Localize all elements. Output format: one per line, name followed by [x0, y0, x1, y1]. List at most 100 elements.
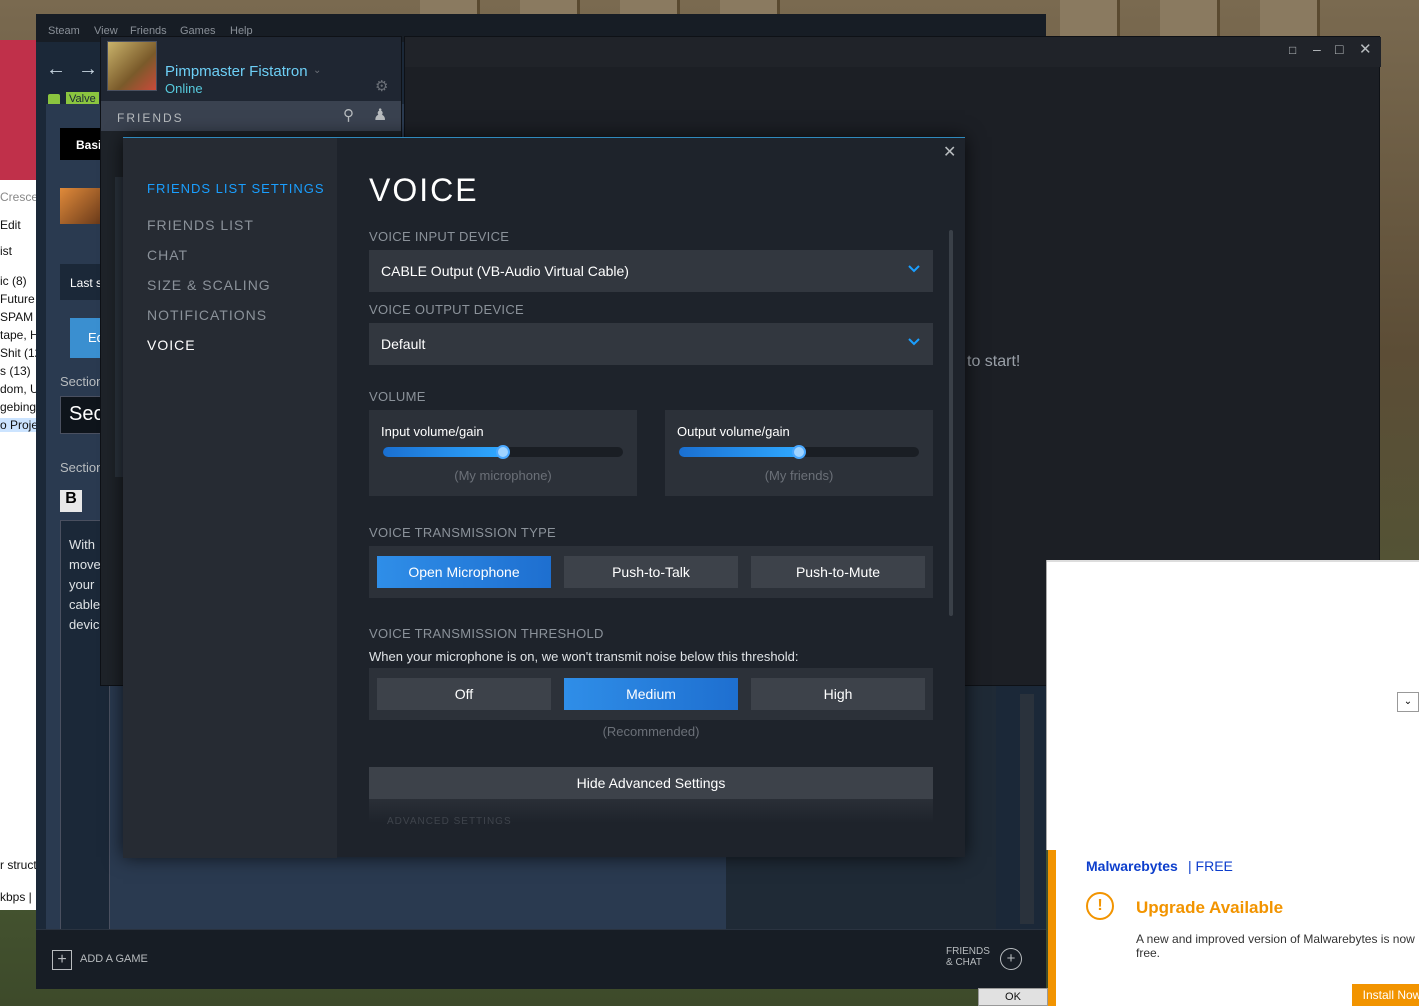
divider: [1047, 560, 1419, 562]
voice-input-device-value: CABLE Output (VB-Audio Virtual Cable): [381, 263, 629, 279]
chevron-down-icon[interactable]: ⌄: [1397, 692, 1419, 712]
chat-window-titlebar: □ – □ ✕: [405, 37, 1381, 67]
voice-input-device-select[interactable]: CABLE Output (VB-Audio Virtual Cable): [369, 250, 933, 292]
threshold-medium-button[interactable]: Medium: [564, 678, 738, 710]
chevron-down-icon: [908, 338, 920, 346]
friends-bar: FRIENDS ⚲ ♟: [101, 101, 401, 131]
username[interactable]: Pimpmaster Fistatron: [165, 63, 308, 80]
steam-bottom-bar: + ADD A GAME FRIENDS & CHAT +: [36, 929, 1046, 989]
maximize-icon[interactable]: □: [1335, 41, 1343, 57]
input-volume-fill: [383, 447, 503, 457]
input-volume-handle[interactable]: [496, 445, 510, 459]
malwarebytes-notification: Malwarebytes | FREE ! Upgrade Available …: [1048, 850, 1419, 1006]
add-game-icon[interactable]: +: [52, 950, 72, 970]
install-now-button[interactable]: Install Now: [1352, 984, 1419, 1006]
list-item[interactable]: tape, H: [0, 328, 39, 342]
malwarebytes-logo: Malwarebytes: [1086, 858, 1178, 874]
fence-board: [1160, 0, 1220, 40]
nav-chat[interactable]: CHAT: [147, 247, 188, 263]
friends-header: Pimpmaster Fistatron ⌄ Online ⚙: [101, 37, 401, 101]
text-line: your: [69, 577, 95, 592]
nav-notifications[interactable]: NOTIFICATIONS: [147, 307, 267, 323]
threshold-off-button[interactable]: Off: [377, 678, 551, 710]
threshold-high-button[interactable]: High: [751, 678, 925, 710]
text-line: cable: [69, 597, 101, 612]
hide-advanced-button[interactable]: Hide Advanced Settings: [369, 767, 933, 799]
minimize-icon[interactable]: –: [1313, 41, 1321, 57]
threshold-group: Off Medium High: [369, 668, 933, 720]
avatar[interactable]: [107, 41, 157, 91]
output-volume-sub: (My friends): [764, 468, 834, 483]
volume-label: VOLUME: [369, 389, 426, 404]
threshold-label: VOICE TRANSMISSION THRESHOLD: [369, 626, 604, 641]
menu-steam[interactable]: Steam: [48, 25, 80, 37]
push-to-talk-button[interactable]: Push-to-Talk: [564, 556, 738, 588]
output-volume-fill: [679, 447, 799, 457]
voice-output-device-value: Default: [381, 336, 426, 352]
open-microphone-button[interactable]: Open Microphone: [377, 556, 551, 588]
app-title-partial: Cresce: [0, 190, 39, 204]
friends-settings-dialog: FRIENDS LIST SETTINGS FRIENDS LIST CHAT …: [123, 137, 965, 858]
status-bitrate: kbps |: [0, 890, 32, 904]
list-item[interactable]: SPAM: [0, 310, 33, 324]
nav-friends-list[interactable]: FRIENDS LIST: [147, 217, 254, 233]
menu-edit[interactable]: Edit: [0, 218, 21, 232]
nav-friends-list-settings[interactable]: FRIENDS LIST SETTINGS: [147, 181, 325, 196]
text-line: With: [69, 537, 95, 552]
push-to-mute-button[interactable]: Push-to-Mute: [751, 556, 925, 588]
add-game-button[interactable]: ADD A GAME: [80, 953, 148, 965]
list-item[interactable]: ic (8): [0, 274, 27, 288]
voice-input-device-label: VOICE INPUT DEVICE: [369, 229, 510, 244]
friends-chat-button[interactable]: FRIENDS & CHAT: [946, 946, 990, 968]
transmission-type-group: Open Microphone Push-to-Talk Push-to-Mut…: [369, 546, 933, 598]
list-item-selected[interactable]: o Proje: [0, 418, 39, 432]
transmission-type-label: VOICE TRANSMISSION TYPE: [369, 525, 557, 540]
list-item[interactable]: Future: [0, 292, 35, 306]
close-icon[interactable]: ✕: [943, 142, 956, 162]
friends-chat-icon[interactable]: +: [1000, 948, 1022, 970]
tab-list[interactable]: ist: [0, 244, 12, 258]
restore-icon[interactable]: □: [1289, 43, 1296, 57]
recommended-note: (Recommended): [602, 724, 700, 739]
input-volume-sub: (My microphone): [454, 468, 552, 483]
nav-size-scaling[interactable]: SIZE & SCALING: [147, 277, 271, 293]
scrollbar[interactable]: [1020, 694, 1034, 924]
chevron-down-icon[interactable]: ⌄: [313, 65, 321, 76]
status-text: Online: [165, 81, 203, 96]
input-volume-label: Input volume/gain: [381, 424, 484, 439]
section-label-2: Section: [60, 460, 104, 475]
settings-sidebar: FRIENDS LIST SETTINGS FRIENDS LIST CHAT …: [123, 138, 337, 858]
friends-chat-line: FRIENDS: [946, 946, 990, 957]
close-icon[interactable]: ✕: [1359, 40, 1372, 58]
text-line: move: [69, 557, 101, 572]
list-item[interactable]: dom, U: [0, 382, 39, 396]
ok-button[interactable]: OK: [978, 988, 1048, 1006]
back-arrow-icon[interactable]: ←: [46, 58, 66, 81]
bold-icon[interactable]: B: [60, 490, 82, 512]
forward-arrow-icon[interactable]: →: [78, 58, 98, 81]
avatar: [60, 188, 100, 224]
voice-output-device-label: VOICE OUTPUT DEVICE: [369, 302, 524, 317]
list-item[interactable]: s (13): [0, 364, 31, 378]
input-volume-box: Input volume/gain (My microphone): [369, 410, 637, 496]
search-icon[interactable]: ⚲: [343, 106, 354, 124]
output-volume-slider[interactable]: [679, 445, 919, 459]
add-friend-icon[interactable]: ♟: [373, 105, 387, 125]
list-item[interactable]: gebing: [0, 400, 36, 414]
output-volume-label: Output volume/gain: [677, 424, 790, 439]
advanced-settings-label: ADVANCED SETTINGS: [387, 816, 512, 827]
input-volume-slider[interactable]: [383, 445, 623, 459]
alert-icon: !: [1086, 892, 1114, 920]
chevron-down-icon: [908, 265, 920, 273]
section-label: Section: [60, 374, 104, 389]
dialog-scrollbar[interactable]: [949, 230, 953, 616]
nav-voice[interactable]: VOICE: [147, 337, 196, 353]
voice-output-device-select[interactable]: Default: [369, 323, 933, 365]
fence-board: [1260, 0, 1320, 40]
output-volume-handle[interactable]: [792, 445, 806, 459]
background-white-window: ⌄: [1046, 560, 1419, 850]
gear-icon[interactable]: ⚙: [375, 77, 388, 95]
friends-chat-line: & CHAT: [946, 957, 982, 968]
output-volume-box: Output volume/gain (My friends): [665, 410, 933, 496]
wallpaper-patch: [0, 40, 40, 180]
